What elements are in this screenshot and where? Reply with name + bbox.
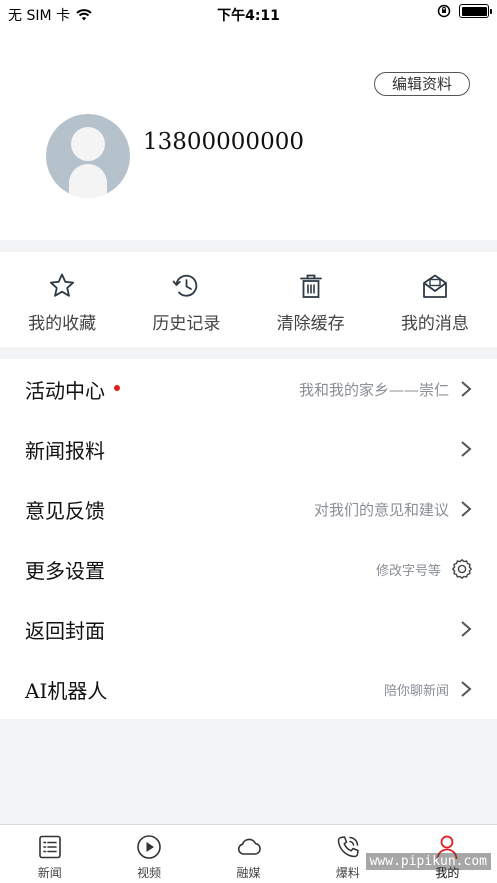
menu-item-activity-center[interactable]: 活动中心 我和我的家乡——崇仁 bbox=[0, 359, 497, 419]
orientation-lock-icon bbox=[437, 4, 451, 18]
quick-label: 历史记录 bbox=[152, 314, 221, 334]
avatar[interactable] bbox=[46, 114, 130, 198]
chevron-right-icon bbox=[461, 621, 472, 637]
phone-call-icon bbox=[337, 836, 359, 858]
chevron-right-icon bbox=[461, 381, 472, 397]
menu-item-subtitle: 修改字号等 bbox=[375, 563, 441, 579]
play-circle-icon bbox=[137, 835, 161, 859]
star-icon bbox=[50, 273, 75, 297]
quick-label: 我的消息 bbox=[400, 314, 469, 334]
menu-item-subtitle: 对我们的意见和建议 bbox=[313, 500, 449, 519]
envelope-icon bbox=[422, 274, 447, 298]
watermark: www.pipikun.com bbox=[365, 853, 491, 870]
gear-icon bbox=[452, 559, 472, 579]
menu-item-back-to-cover[interactable]: 返回封面 bbox=[0, 599, 497, 659]
tab-news[interactable]: 新闻 bbox=[0, 825, 99, 883]
user-phone: 13800000000 bbox=[143, 129, 304, 155]
profile-header: 编辑资料 13800000000 bbox=[0, 28, 497, 240]
menu-list: 活动中心 我和我的家乡——崇仁 新闻报料 意见反馈 对我们的意见和建议 更多设置… bbox=[0, 359, 497, 719]
menu-item-news-tips[interactable]: 新闻报料 bbox=[0, 419, 497, 479]
avatar-head-shape bbox=[71, 127, 105, 161]
status-right bbox=[437, 4, 492, 18]
quick-actions: 我的收藏 历史记录 清除缓存 我的消息 bbox=[0, 252, 497, 347]
menu-item-more-settings[interactable]: 更多设置 修改字号等 bbox=[0, 539, 497, 599]
chevron-right-icon bbox=[461, 441, 472, 457]
history-clock-icon bbox=[172, 274, 198, 297]
messages-button[interactable]: 我的消息 bbox=[373, 252, 497, 347]
menu-item-subtitle: 我和我的家乡——崇仁 bbox=[298, 380, 449, 399]
menu-item-feedback[interactable]: 意见反馈 对我们的意见和建议 bbox=[0, 479, 497, 539]
notification-dot bbox=[114, 385, 120, 391]
quick-label: 我的收藏 bbox=[28, 314, 97, 334]
status-bar: 无 SIM 卡 下午4:11 bbox=[0, 0, 497, 28]
trash-icon bbox=[299, 274, 322, 298]
news-list-icon bbox=[38, 835, 61, 859]
tab-label: 爆料 bbox=[335, 866, 360, 880]
menu-item-title: 新闻报料 bbox=[25, 438, 105, 463]
tab-video[interactable]: 视频 bbox=[99, 825, 198, 883]
menu-item-title: AI机器人 bbox=[25, 678, 108, 703]
quick-label: 清除缓存 bbox=[276, 314, 345, 334]
avatar-body-shape bbox=[69, 164, 107, 198]
tab-label: 视频 bbox=[137, 866, 162, 880]
menu-item-title: 意见反馈 bbox=[25, 498, 105, 523]
tab-label: 融媒 bbox=[236, 866, 261, 880]
menu-item-ai-robot[interactable]: AI机器人 陪你聊新闻 bbox=[0, 659, 497, 719]
menu-item-title: 活动中心 bbox=[25, 378, 105, 403]
menu-item-title: 返回封面 bbox=[25, 618, 105, 643]
cloud-icon bbox=[237, 838, 261, 855]
menu-item-subtitle: 陪你聊新闻 bbox=[383, 683, 449, 699]
status-time: 下午4:11 bbox=[217, 8, 280, 24]
clear-cache-button[interactable]: 清除缓存 bbox=[249, 252, 373, 347]
tab-label: 新闻 bbox=[37, 866, 62, 880]
history-button[interactable]: 历史记录 bbox=[124, 252, 248, 347]
tab-media[interactable]: 融媒 bbox=[199, 825, 298, 883]
menu-item-title: 更多设置 bbox=[25, 558, 105, 583]
favorites-button[interactable]: 我的收藏 bbox=[0, 252, 124, 347]
chevron-right-icon bbox=[461, 681, 472, 697]
battery-icon bbox=[459, 4, 492, 18]
edit-profile-button[interactable]: 编辑资料 bbox=[374, 72, 470, 96]
chevron-right-icon bbox=[461, 501, 472, 517]
